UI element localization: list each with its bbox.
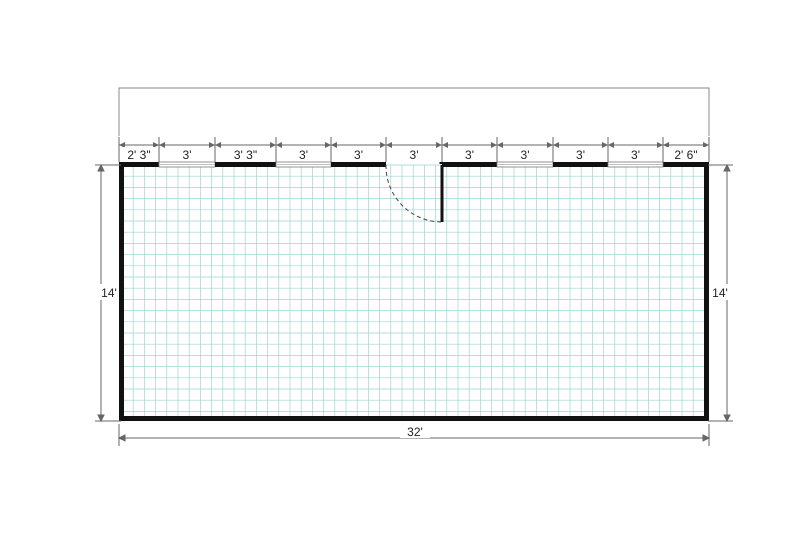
segment-dimension-label: 3'	[521, 148, 530, 162]
top-wall-segment	[663, 162, 709, 167]
segment-dimension-label: 3' 3"	[234, 148, 257, 162]
segment-dimension-label: 3'	[299, 148, 308, 162]
segment-dimension-label: 3'	[410, 148, 419, 162]
walls	[119, 161, 709, 421]
right-dimension-label: 14'	[712, 286, 728, 300]
segment-dimension-label: 3'	[183, 148, 192, 162]
floor-plan: 2' 3" 3' 3' 3" 3' 3' 3' 3' 3' 3' 3' 2' 6" 14' 14' …	[91, 87, 734, 446]
room-grid	[121, 164, 706, 416]
segment-dimension-label: 3'	[631, 148, 640, 162]
top-wall-segment	[119, 162, 159, 167]
window	[275, 161, 332, 168]
top-wall-segment	[553, 162, 608, 167]
segment-dimension-label: 2' 3"	[127, 148, 150, 162]
top-wall-segment	[215, 162, 276, 167]
bottom-dimension-label: 32'	[407, 425, 423, 439]
top-wall-segment	[331, 162, 386, 167]
right-wall	[704, 162, 709, 421]
top-wall-segment	[442, 162, 497, 167]
bottom-wall	[119, 416, 709, 421]
window	[496, 161, 554, 168]
left-wall	[119, 162, 124, 421]
top-dimension-chain: 2' 3" 3' 3' 3" 3' 3' 3' 3' 3' 3' 3' 2' 6"	[118, 137, 710, 162]
window	[158, 161, 216, 168]
window	[607, 161, 664, 168]
left-dimension-label: 14'	[101, 286, 117, 300]
segment-dimension-label: 3'	[465, 148, 474, 162]
drawing-frame	[118, 87, 710, 136]
door-swing-arc	[385, 164, 443, 223]
segment-dimension-label: 2' 6"	[674, 148, 697, 162]
segment-dimension-label: 3'	[576, 148, 585, 162]
segment-dimension-label: 3'	[354, 148, 363, 162]
